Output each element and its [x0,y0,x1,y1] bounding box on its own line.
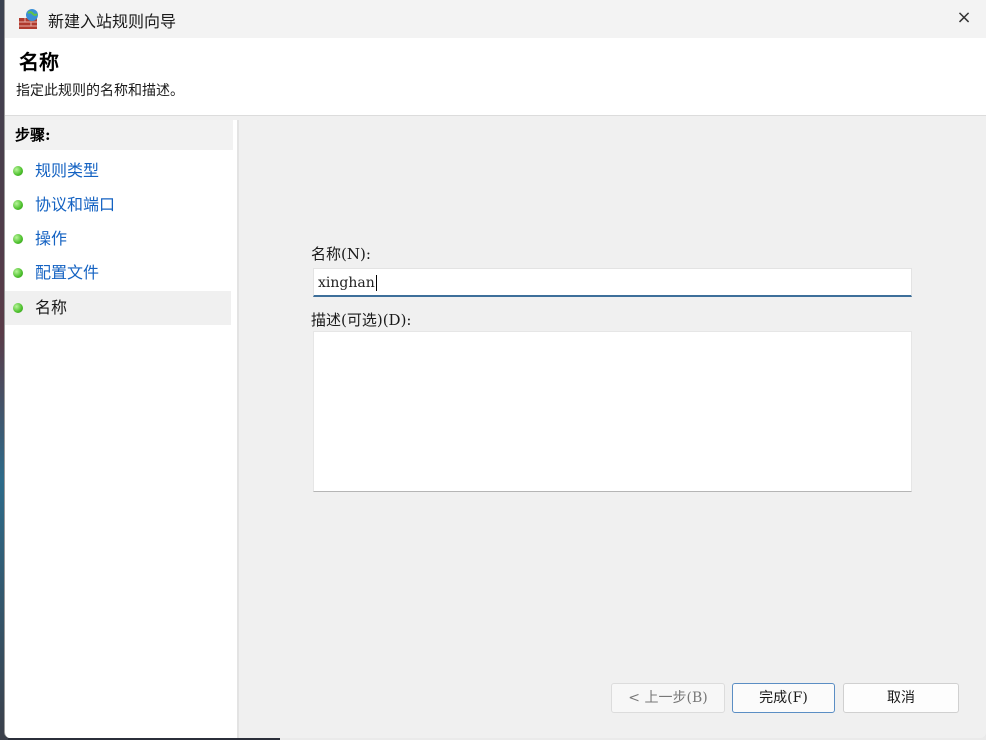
step-label: 规则类型 [35,161,100,180]
close-icon[interactable]: × [947,4,981,32]
step-label: 操作 [35,229,68,248]
name-input[interactable]: xinghan [313,268,912,297]
green-dot-icon [13,234,23,244]
step-profile[interactable]: 配置文件 [5,256,231,290]
description-label: 描述(可选)(D): [311,311,412,329]
step-name[interactable]: 名称 [5,291,231,325]
back-button[interactable]: < 上一步(B) [611,683,725,713]
step-rule-type[interactable]: 规则类型 [5,154,231,188]
firewall-globe-icon [19,9,38,29]
green-dot-icon [13,166,23,176]
green-dot-icon [13,268,23,278]
description-textarea[interactable] [313,331,912,492]
step-action[interactable]: 操作 [5,222,231,256]
name-input-value: xinghan [318,275,375,291]
new-inbound-rule-wizard-window: 新建入站规则向导 × 名称 指定此规则的名称和描述。 步骤: 规则类型 协议和端… [4,0,986,738]
title-bar[interactable]: 新建入站规则向导 × [5,0,986,38]
step-label: 名称 [35,298,68,317]
window-title: 新建入站规则向导 [48,12,177,31]
cancel-button[interactable]: 取消 [843,683,959,713]
name-label: 名称(N): [311,245,371,263]
step-protocol-and-ports[interactable]: 协议和端口 [5,188,231,222]
green-dot-icon [13,303,23,313]
step-label: 协议和端口 [35,195,116,214]
steps-heading: 步骤: [5,120,233,150]
step-label: 配置文件 [35,263,100,282]
page-header: 名称 指定此规则的名称和描述。 [5,38,986,116]
page-subtitle: 指定此规则的名称和描述。 [16,83,184,99]
text-caret [375,275,377,291]
green-dot-icon [13,200,23,210]
steps-panel: 步骤: 规则类型 协议和端口 操作 配置文件 名称 [5,120,237,738]
finish-button[interactable]: 完成(F) [732,683,835,713]
page-title: 名称 [19,50,59,74]
